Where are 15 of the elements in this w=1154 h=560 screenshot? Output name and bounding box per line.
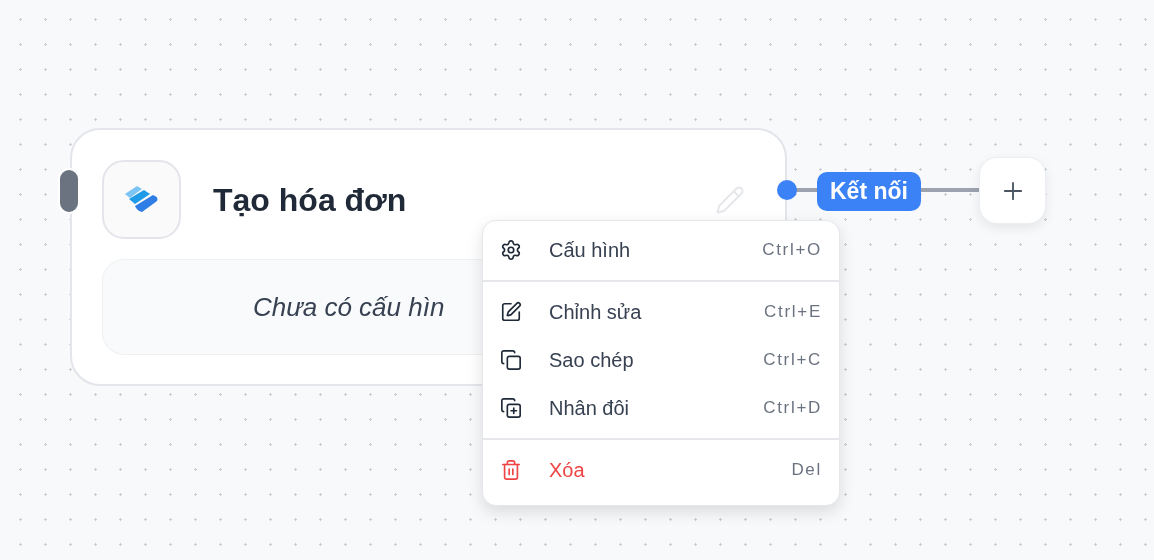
menu-item[interactable]: Xóa Del [483, 446, 839, 494]
menu-item[interactable]: Nhân đôi Ctrl+D [483, 384, 839, 432]
edit-icon [500, 301, 522, 323]
node-handle[interactable] [58, 168, 80, 214]
output-port[interactable] [777, 180, 797, 200]
copy-icon [500, 349, 522, 371]
connection-label[interactable]: Kết nối [817, 172, 921, 211]
add-node-button[interactable] [979, 157, 1046, 224]
trash-icon [500, 459, 522, 481]
node-title: Tạo hóa đơn [213, 180, 407, 220]
shortcut-text: Ctrl+D [763, 397, 822, 420]
duplicate-icon [500, 397, 522, 419]
settings-icon [500, 239, 522, 261]
placeholder-text: Chưa có cấu hìn [253, 290, 445, 324]
shortcut-text: Del [791, 459, 822, 482]
